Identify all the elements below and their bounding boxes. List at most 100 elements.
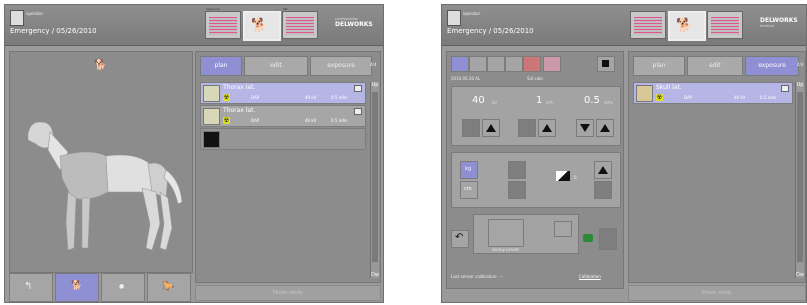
preset-button[interactable] <box>488 219 524 247</box>
scroll-thumb[interactable] <box>372 92 378 262</box>
list-scrollbar[interactable]: Up Dw <box>795 82 804 278</box>
arrow-up-icon <box>598 166 608 174</box>
brand-logo: configuration DELWORKS <box>335 17 373 28</box>
operator-position-icon[interactable] <box>505 56 523 72</box>
row-checkbox[interactable] <box>354 85 362 92</box>
thumb-exposure[interactable] <box>630 11 666 39</box>
tab-plan[interactable]: plan <box>200 56 242 76</box>
tab-exposure[interactable]: exposure <box>745 56 799 76</box>
exam-thumbnail <box>203 131 220 148</box>
preset-label: skinny preset <box>492 247 519 252</box>
mas-down-button[interactable] <box>576 119 594 137</box>
row-checkbox[interactable] <box>354 108 362 115</box>
cat-button[interactable]: ● <box>101 273 145 302</box>
arrow-down-icon <box>580 124 590 132</box>
preset-image-button[interactable] <box>554 221 572 237</box>
mas-value: 0.5 mAs <box>760 95 777 100</box>
row-checkbox[interactable] <box>781 85 789 92</box>
tab-edit[interactable]: edit <box>244 56 308 76</box>
exam-row-empty[interactable] <box>200 128 366 150</box>
ma-down-button[interactable] <box>518 119 536 137</box>
exam-row[interactable]: Thorax lat. ☢ DAP 40 kV 0.5 mAs <box>200 105 366 127</box>
dap-label: DAP <box>684 95 693 100</box>
patient-position-icon[interactable] <box>451 56 469 72</box>
stop-icon <box>602 60 609 67</box>
kv-up-button[interactable] <box>482 119 500 137</box>
scroll-down-button[interactable]: Dw <box>796 272 804 278</box>
exam-row[interactable]: Thorax lat. ☢ DAP 40 kV 0.5 mAs <box>200 82 366 104</box>
cm-label: cm <box>464 186 472 192</box>
cm-button[interactable]: cm <box>460 181 478 199</box>
tube-icon[interactable] <box>487 56 505 72</box>
kg-button[interactable]: kg <box>460 161 478 179</box>
scroll-thumb[interactable] <box>797 92 803 262</box>
ma-up-button[interactable] <box>538 119 556 137</box>
dog-button[interactable]: 🐕 <box>55 273 99 302</box>
hand-switch-button[interactable] <box>599 228 617 250</box>
operator-icon[interactable] <box>447 10 461 26</box>
grid-icon[interactable] <box>523 56 541 72</box>
arrow-up-icon <box>486 124 496 132</box>
tab-bar: plan edit exposure <box>200 56 372 76</box>
finish-study-button[interactable]: Finish study <box>628 285 806 301</box>
brand-name: DELWORKS <box>335 21 373 28</box>
exam-name: Skull lat. <box>656 84 682 91</box>
thumb-list[interactable]: list <box>282 7 318 39</box>
brand-logo: DELWORKS medical <box>760 17 798 28</box>
exposure-values-box: 40 kV 1 mA 0.5 mAs <box>451 86 621 146</box>
stairs-icon: ↰ <box>24 281 33 292</box>
thumb-exposure[interactable]: exposure <box>205 7 241 39</box>
density-up-button[interactable] <box>594 161 612 179</box>
ready-indicator-icon <box>583 234 593 242</box>
thumb-dog-selected[interactable]: 🐕 <box>243 11 281 41</box>
control-small: Sid cabi <box>527 76 543 81</box>
tab-bar: plan edit exposure <box>633 56 799 76</box>
dog-anatomy-figure[interactable] <box>10 52 192 272</box>
exam-row[interactable]: Skull lat. ☢ DAP 40 kV 0.5 mAs <box>633 82 793 104</box>
stairs-button[interactable]: ↰ <box>9 273 53 302</box>
density-icon <box>556 171 570 181</box>
exam-thumbnail <box>636 85 653 102</box>
thumb-label: exposure <box>206 7 220 11</box>
density-down-button[interactable] <box>594 181 612 199</box>
scroll-up-button[interactable]: Up <box>796 82 804 88</box>
thumb-bars <box>711 17 739 35</box>
operator-label: operator <box>26 11 44 16</box>
mas-unit: mAs <box>604 100 613 105</box>
sensor-icon[interactable] <box>469 56 487 72</box>
exam-list-pane: plan edit exposure 4/4 Skull lat. ☢ DAP … <box>628 51 806 283</box>
finish-study-button[interactable]: Finish study <box>195 285 381 301</box>
cat-icon: ● <box>119 283 125 290</box>
tab-exposure[interactable]: exposure <box>310 56 372 76</box>
scroll-down-button[interactable]: Dw <box>371 272 379 278</box>
horse-button[interactable]: 🐎 <box>147 273 191 302</box>
thumb-bars <box>634 17 662 35</box>
dog-hind-leg-region <box>141 187 173 251</box>
collimator-icon[interactable] <box>543 56 561 72</box>
scroll-up-button[interactable]: Up <box>371 82 379 88</box>
thumb-list[interactable] <box>707 11 743 39</box>
kg-label: kg <box>465 166 472 172</box>
tab-edit[interactable]: edit <box>687 56 743 76</box>
kv-down-button[interactable] <box>462 119 480 137</box>
exam-name: Thorax lat. <box>223 84 256 91</box>
radiation-icon: ☢ <box>656 94 663 101</box>
calibration-button[interactable]: Calibration <box>579 274 601 279</box>
mas-up-button[interactable] <box>596 119 614 137</box>
list-scrollbar[interactable]: Up Dw <box>370 82 379 278</box>
mas-value: 0.5 <box>584 95 600 106</box>
dog-thorax-region <box>59 151 109 200</box>
undo-button[interactable]: ↶ <box>451 230 469 248</box>
arrow-up-icon <box>542 124 552 132</box>
plan-screen: operator Emergency / 05/26/2010 exposure… <box>4 4 384 303</box>
thumb-dog-selected[interactable]: 🐕 <box>668 11 706 41</box>
operator-icon[interactable] <box>10 10 24 26</box>
patient-size-box: kg cm 0 <box>451 152 621 208</box>
size-down-button[interactable] <box>508 181 526 199</box>
thumb-label: list <box>283 7 288 11</box>
tab-plan[interactable]: plan <box>633 56 685 76</box>
stop-button[interactable] <box>597 56 615 72</box>
horse-icon: 🐎 <box>162 281 175 292</box>
exam-list-pane: plan edit exposure 4/4 Thorax lat. ☢ DAP… <box>195 51 381 283</box>
size-up-button[interactable] <box>508 161 526 179</box>
